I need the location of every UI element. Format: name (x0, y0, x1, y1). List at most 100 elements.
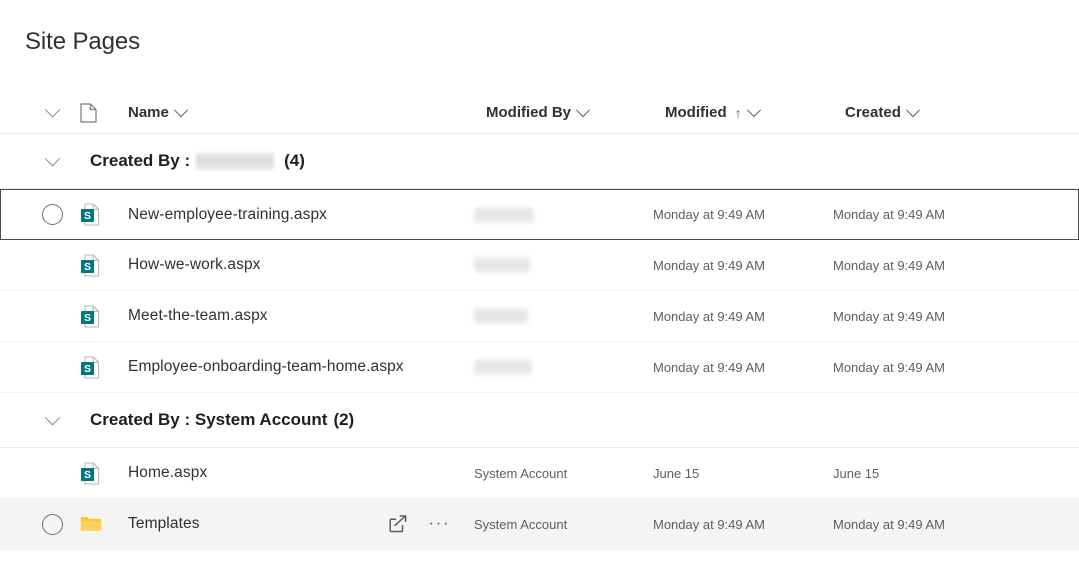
group-title: Created By : System Account (2) (78, 410, 354, 430)
row-name-cell[interactable]: Employee-onboarding-team-home.aspx (116, 342, 474, 392)
redacted-modified-by (474, 359, 532, 375)
redacted-modified-by (474, 308, 528, 324)
created-date: June 15 (833, 466, 879, 481)
row-name-cell[interactable]: How-we-work.aspx (116, 240, 474, 290)
table-row[interactable]: S Home.aspx System Account June 15 June … (0, 448, 1079, 499)
header-column-modified-label: Modified (665, 104, 727, 121)
table-row[interactable]: S New-employee-training.aspx Monday at 9… (0, 189, 1079, 240)
modified-by-name: System Account (474, 517, 567, 532)
row-checkbox[interactable] (26, 240, 78, 290)
checkbox-circle-icon[interactable] (42, 514, 63, 535)
table-row[interactable]: S Meet-the-team.aspx Monday at 9:49 AM M… (0, 291, 1079, 342)
checkbox-circle-icon[interactable] (42, 204, 63, 225)
group-collapse-button[interactable] (26, 393, 78, 447)
sort-ascending-icon: ↑ (735, 106, 742, 120)
svg-text:S: S (84, 469, 91, 481)
row-name-cell[interactable]: Home.aspx (116, 448, 474, 498)
row-created: Monday at 9:49 AM (833, 291, 1008, 341)
redacted-modified-by (474, 207, 534, 223)
redacted-modified-by (474, 257, 530, 273)
header-column-modified[interactable]: Modified ↑ (665, 92, 845, 133)
row-created: June 15 (833, 448, 1008, 498)
chevron-down-icon[interactable] (26, 92, 78, 133)
row-action-buttons: ··· (387, 514, 474, 534)
chevron-down-icon[interactable] (576, 103, 590, 117)
row-checkbox[interactable] (26, 291, 78, 341)
share-icon[interactable] (387, 514, 409, 534)
row-modified-by (474, 240, 653, 290)
row-modified-by (474, 342, 653, 392)
modified-date: Monday at 9:49 AM (653, 207, 765, 222)
modified-date: Monday at 9:49 AM (653, 309, 765, 324)
page-title: Site Pages (25, 26, 140, 58)
header-column-modified-by[interactable]: Modified By (486, 92, 665, 133)
group-title-prefix: Created By : (90, 151, 190, 171)
row-modified: Monday at 9:49 AM (653, 291, 833, 341)
row-modified: Monday at 9:49 AM (653, 499, 833, 549)
more-options-icon[interactable]: ··· (429, 514, 450, 531)
group-collapse-button[interactable] (26, 134, 78, 188)
redacted-user-name (196, 153, 274, 170)
sharepoint-page-icon: S (78, 190, 116, 239)
chevron-down-icon[interactable] (747, 103, 761, 117)
group-header[interactable]: Created By : (4) (0, 134, 1079, 189)
row-created: Monday at 9:49 AM (833, 499, 1008, 549)
chevron-down-icon[interactable] (26, 134, 78, 188)
table-row[interactable]: Templates ··· System Account Monday at 9… (0, 499, 1079, 550)
row-modified: Monday at 9:49 AM (653, 342, 833, 392)
chevron-down-icon[interactable] (26, 393, 78, 447)
row-modified: Monday at 9:49 AM (653, 190, 833, 239)
row-created: Monday at 9:49 AM (833, 342, 1008, 392)
header-column-name[interactable]: Name (116, 92, 486, 133)
table-row[interactable]: S Employee-onboarding-team-home.aspx Mon… (0, 342, 1079, 393)
modified-date: Monday at 9:49 AM (653, 258, 765, 273)
svg-text:S: S (84, 312, 91, 324)
group-item-count: (2) (333, 410, 354, 430)
modified-by-name: System Account (474, 466, 567, 481)
created-date: Monday at 9:49 AM (833, 207, 945, 222)
created-date: Monday at 9:49 AM (833, 309, 945, 324)
svg-text:S: S (84, 363, 91, 375)
row-checkbox[interactable] (26, 499, 78, 549)
created-date: Monday at 9:49 AM (833, 517, 945, 532)
chevron-down-icon[interactable] (906, 103, 920, 117)
header-column-created[interactable]: Created (845, 92, 1020, 133)
row-name-cell[interactable]: Templates ··· (116, 499, 474, 549)
row-created: Monday at 9:49 AM (833, 190, 1008, 239)
sharepoint-page-icon: S (78, 448, 116, 498)
row-created: Monday at 9:49 AM (833, 240, 1008, 290)
file-name[interactable]: Employee-onboarding-team-home.aspx (116, 358, 404, 376)
modified-date: Monday at 9:49 AM (653, 360, 765, 375)
table-row[interactable]: S How-we-work.aspx Monday at 9:49 AM Mon… (0, 240, 1079, 291)
chevron-down-icon[interactable] (174, 103, 188, 117)
modified-date: June 15 (653, 466, 699, 481)
files-grid: Name Modified By Modified ↑ Created Crea… (0, 92, 1079, 550)
file-name[interactable]: New-employee-training.aspx (116, 206, 327, 224)
row-modified: Monday at 9:49 AM (653, 240, 833, 290)
file-name[interactable]: Meet-the-team.aspx (116, 307, 268, 325)
row-modified-by: System Account (474, 448, 653, 498)
row-modified: June 15 (653, 448, 833, 498)
file-name[interactable]: Home.aspx (116, 464, 207, 482)
header-column-name-label: Name (128, 104, 169, 121)
created-date: Monday at 9:49 AM (833, 258, 945, 273)
group-item-count: (4) (284, 151, 305, 171)
group-header[interactable]: Created By : System Account (2) (0, 393, 1079, 448)
row-checkbox[interactable] (26, 448, 78, 498)
row-checkbox[interactable] (26, 190, 78, 239)
svg-text:S: S (84, 210, 91, 222)
header-column-modified-by-label: Modified By (486, 104, 571, 121)
row-name-cell[interactable]: New-employee-training.aspx (116, 190, 474, 239)
sharepoint-page-icon: S (78, 342, 116, 392)
row-name-cell[interactable]: Meet-the-team.aspx (116, 291, 474, 341)
folder-name[interactable]: Templates (116, 515, 200, 533)
header-column-created-label: Created (845, 104, 901, 121)
group-title-prefix: Created By : System Account (90, 410, 327, 430)
row-checkbox[interactable] (26, 342, 78, 392)
group-title: Created By : (4) (78, 151, 305, 171)
created-date: Monday at 9:49 AM (833, 360, 945, 375)
header-filetype-column[interactable] (78, 92, 116, 133)
file-name[interactable]: How-we-work.aspx (116, 256, 261, 274)
grid-header-row: Name Modified By Modified ↑ Created (0, 92, 1079, 134)
header-expand-all-button[interactable] (26, 92, 78, 133)
